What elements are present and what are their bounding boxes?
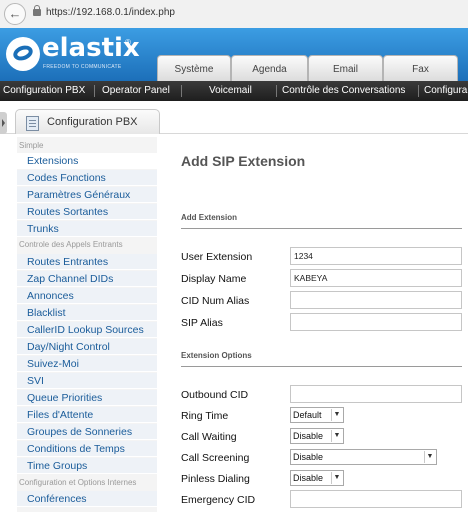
module-title: Configuration PBX [47, 116, 138, 128]
pinless-dialing-select[interactable]: Disable ▼ [290, 470, 344, 486]
sidebar-item-time-groups[interactable]: Time Groups [17, 458, 157, 474]
section-divider [181, 228, 462, 229]
sidebar-section-appels-entrants: Controle des Appels Entrants [19, 240, 123, 249]
sidebar-section-options-internes: Configuration et Options Internes [19, 478, 137, 487]
sidebar-item-routes-entrantes[interactable]: Routes Entrantes [17, 254, 157, 270]
tab-email[interactable]: Email [308, 55, 383, 81]
label-call-screening: Call Screening [181, 452, 250, 464]
lock-icon [33, 5, 41, 16]
call-screening-value: Disable [293, 452, 324, 462]
sidebar-item-svi[interactable]: SVI [17, 373, 157, 389]
tab-agenda[interactable]: Agenda [231, 55, 308, 81]
call-waiting-value: Disable [293, 431, 324, 441]
arrow-left-icon[interactable]: ← [4, 3, 26, 25]
label-emergency-cid: Emergency CID [181, 494, 256, 506]
sidebar-section-simple: Simple [19, 141, 44, 150]
label-call-waiting: Call Waiting [181, 431, 237, 443]
sidebar-item-parametres-generaux[interactable]: Paramètres Généraux [17, 187, 157, 203]
address-bar[interactable]: https://192.168.0.1/index.php [46, 7, 175, 18]
label-pinless-dialing: Pinless Dialing [181, 473, 250, 485]
sidebar-item-trunks[interactable]: Trunks [17, 221, 157, 237]
tab-fax[interactable]: Fax [383, 55, 458, 81]
display-name-input[interactable]: KABEYA [290, 269, 462, 287]
menu-operator-panel[interactable]: Operator Panel [102, 81, 170, 101]
sidebar-item-groupes-sonneries[interactable]: Groupes de Sonneries [17, 424, 157, 440]
sidebar-item-extensions[interactable]: Extensions [17, 153, 157, 169]
menu-controle-conversations[interactable]: Contrôle des Conversations [282, 81, 405, 101]
ring-time-value: Default [293, 410, 322, 420]
call-screening-select[interactable]: Disable ▼ [290, 449, 437, 465]
chevron-down-icon: ▼ [331, 409, 342, 421]
document-icon [26, 116, 39, 131]
page-title: Add SIP Extension [181, 153, 306, 169]
pinless-dialing-value: Disable [293, 473, 324, 483]
user-extension-input[interactable]: 1234 [290, 247, 462, 265]
menu-separator [94, 85, 95, 97]
chevron-down-icon: ▼ [424, 451, 435, 463]
outbound-cid-input[interactable] [290, 385, 462, 403]
sidebar-item-routes-sortantes[interactable]: Routes Sortantes [17, 204, 157, 220]
label-sip-alias: SIP Alias [181, 317, 223, 329]
sidebar-item-conditions-temps[interactable]: Conditions de Temps [17, 441, 157, 457]
logo-tagline: FREEDOM TO COMMUNICATE [43, 64, 122, 70]
sidebar-item-conferences[interactable]: Conférences [17, 491, 157, 507]
call-waiting-select[interactable]: Disable ▼ [290, 428, 344, 444]
sidebar-item-annonces[interactable]: Annonces [17, 288, 157, 304]
label-outbound-cid: Outbound CID [181, 389, 249, 401]
cid-num-alias-input[interactable] [290, 291, 462, 309]
menu-separator [418, 85, 419, 97]
menu-configuration[interactable]: Configura [424, 81, 467, 101]
sidebar-item-blacklist[interactable]: Blacklist [17, 305, 157, 321]
sidebar-toggle-icon[interactable] [0, 112, 7, 134]
menu-separator [276, 85, 277, 97]
emergency-cid-input[interactable] [290, 490, 462, 508]
sidebar-item-callerid-lookup[interactable]: CallerID Lookup Sources [17, 322, 157, 338]
logo-registered-mark: ® [125, 38, 131, 47]
section-divider [181, 366, 462, 367]
sidebar-item-files-attente[interactable]: Files d'Attente [17, 407, 157, 423]
sidebar-item-codes-fonctions[interactable]: Codes Fonctions [17, 170, 157, 186]
sidebar-item-queue-priorities[interactable]: Queue Priorities [17, 390, 157, 406]
section-heading-add-extension: Add Extension [181, 213, 238, 222]
label-display-name: Display Name [181, 273, 247, 285]
sidebar-item-zap-channel-dids[interactable]: Zap Channel DIDs [17, 271, 157, 287]
menu-configuration-pbx[interactable]: Configuration PBX [3, 81, 85, 101]
menu-voicemail[interactable]: Voicemail [209, 81, 252, 101]
section-heading-extension-options: Extension Options [181, 351, 252, 360]
chevron-down-icon: ▼ [331, 472, 342, 484]
sip-alias-input[interactable] [290, 313, 462, 331]
label-ring-time: Ring Time [181, 410, 229, 422]
label-cid-num-alias: CID Num Alias [181, 295, 250, 307]
chevron-down-icon: ▼ [331, 430, 342, 442]
tab-systeme[interactable]: Système [157, 55, 231, 81]
sidebar-item-day-night-control[interactable]: Day/Night Control [17, 339, 157, 355]
ring-time-select[interactable]: Default ▼ [290, 407, 344, 423]
sidebar-item-suivez-moi[interactable]: Suivez-Moi [17, 356, 157, 372]
label-user-extension: User Extension [181, 251, 253, 263]
elastix-logo-icon [6, 37, 40, 71]
menu-separator [181, 85, 182, 97]
